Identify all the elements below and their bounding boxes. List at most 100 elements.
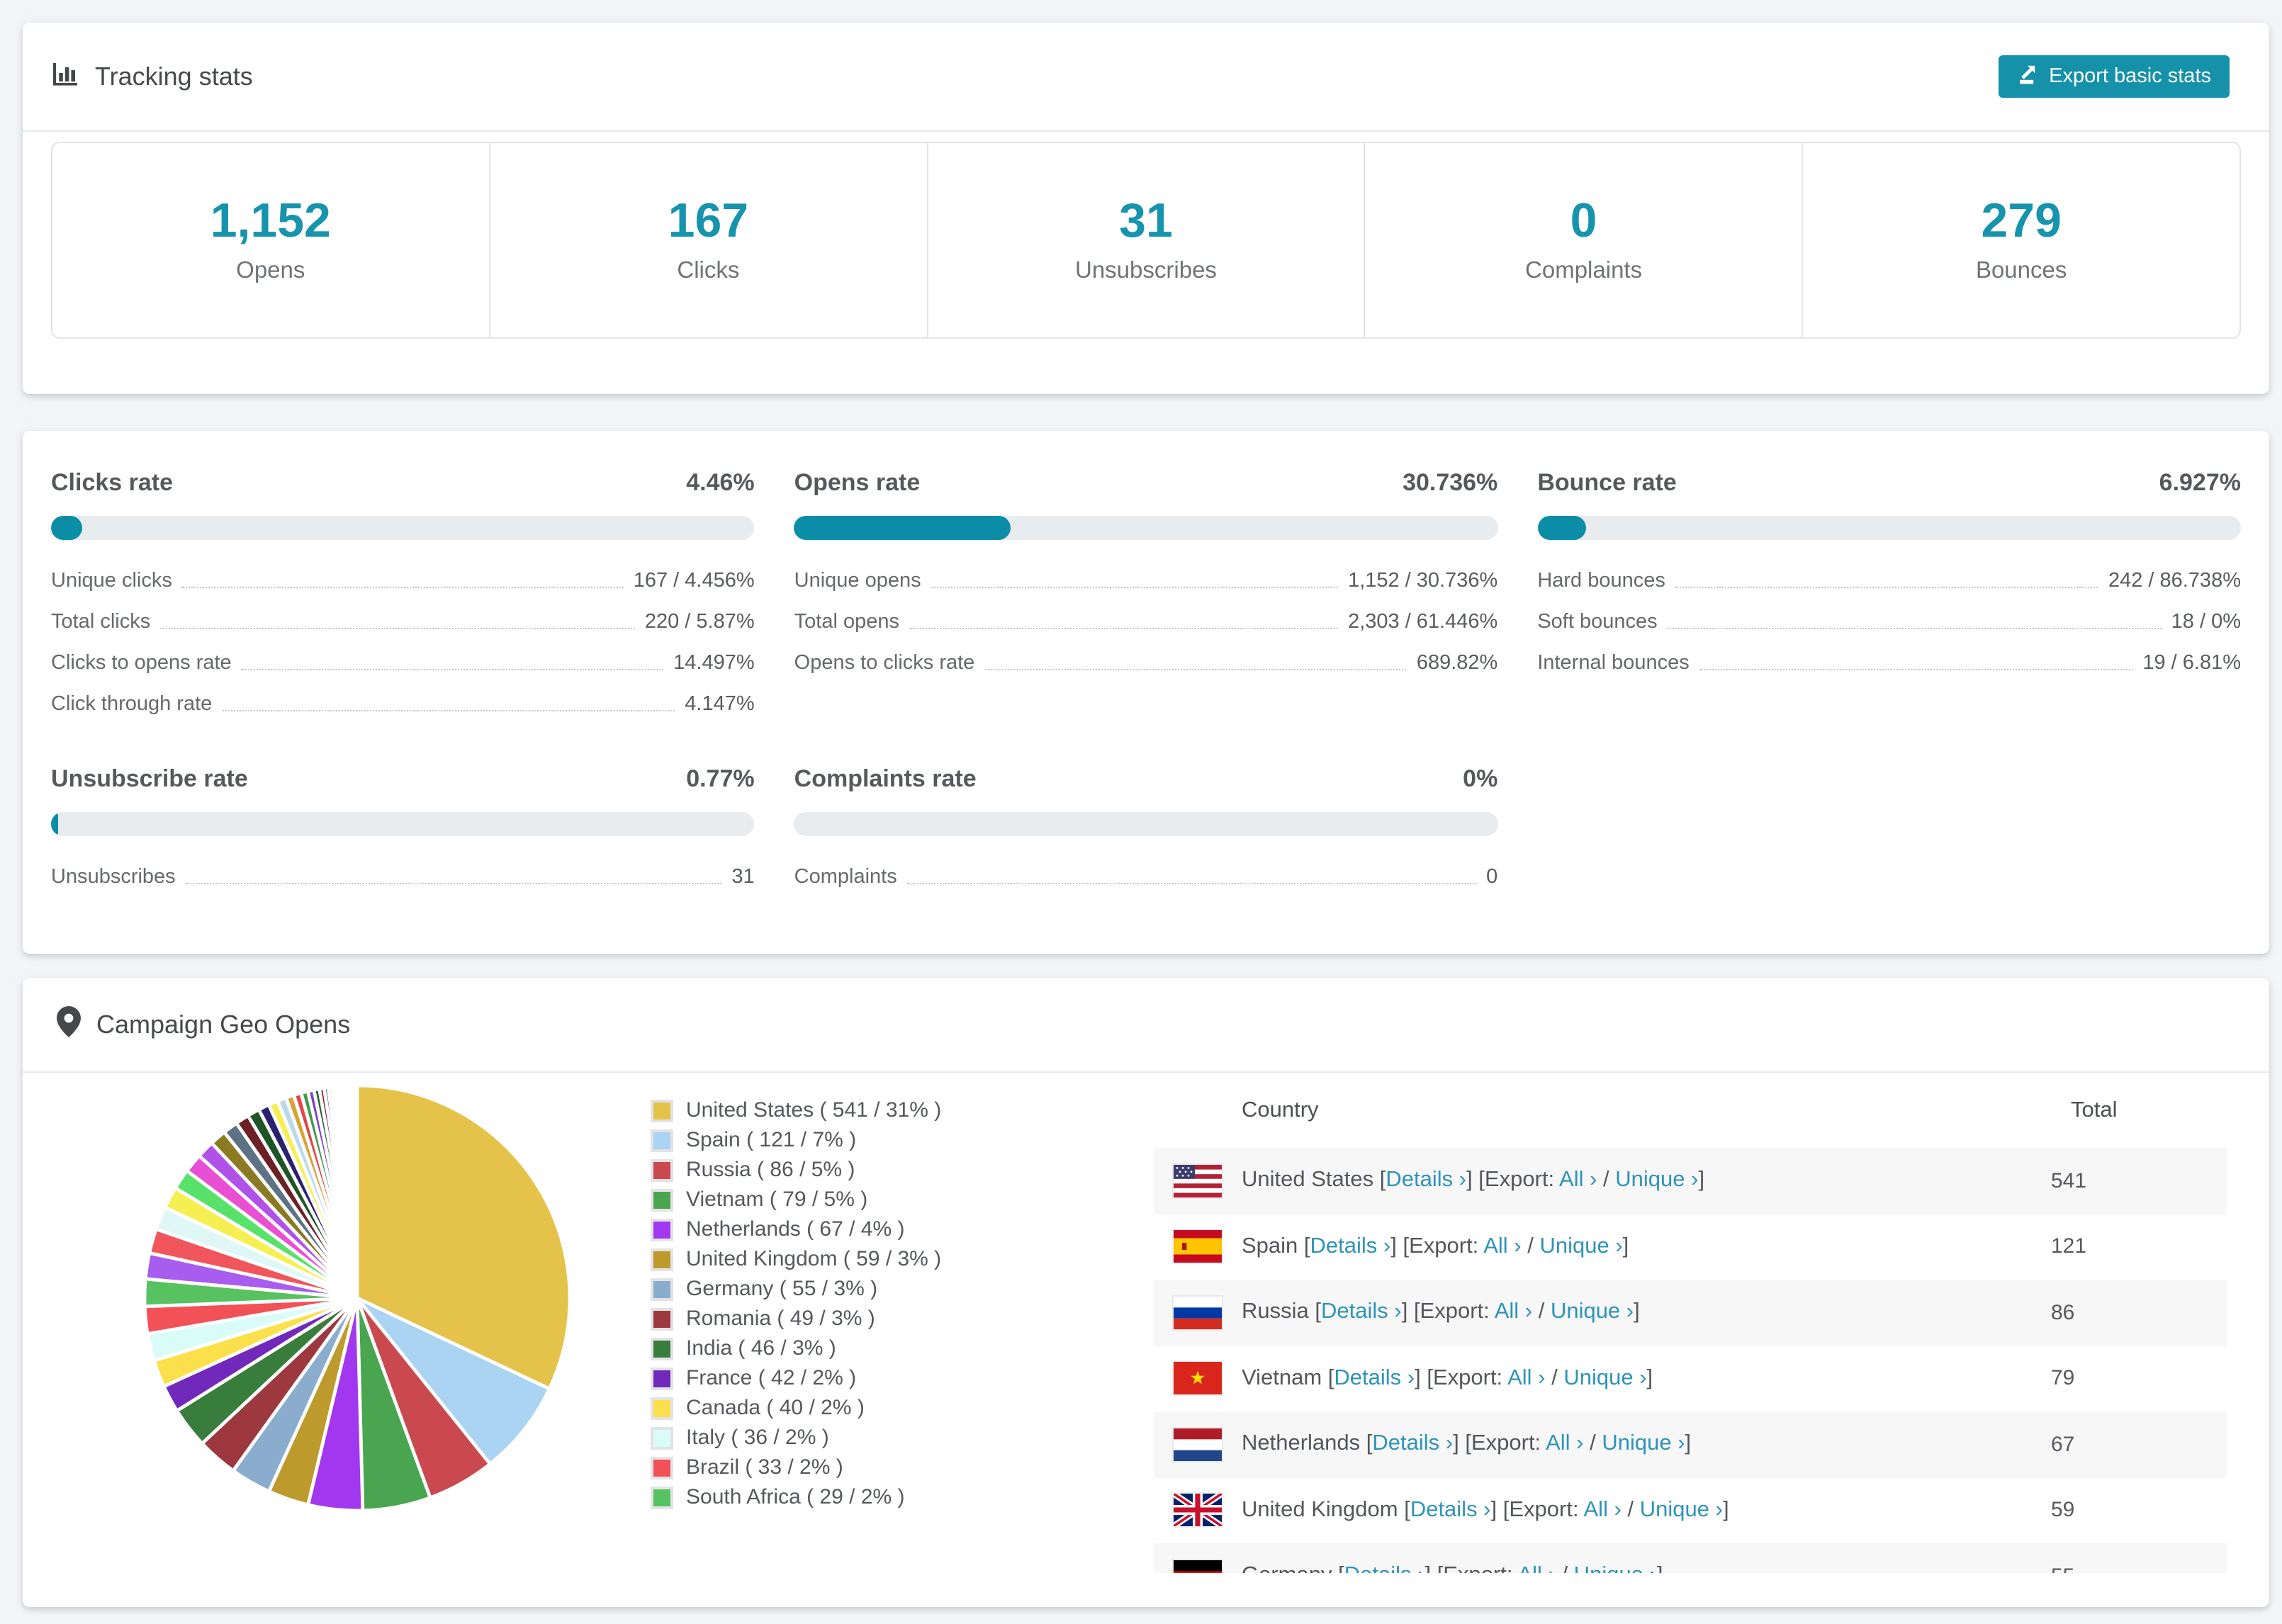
geo-section-title: Campaign Geo Opens — [96, 1010, 351, 1038]
export-unique-link[interactable]: Unique › — [1551, 1300, 1634, 1324]
spain-flag-icon — [1174, 1230, 1222, 1263]
details-link[interactable]: Details › — [1410, 1498, 1491, 1522]
opens-label: Opens — [236, 257, 305, 283]
rate-row: Opens to clicks rate 689.82% — [794, 651, 1498, 674]
export-all-link[interactable]: All › — [1507, 1366, 1545, 1390]
legend-label: Spain ( 121 / 7% ) — [686, 1128, 857, 1152]
complaints-rate-title: Complaints rate — [794, 765, 977, 792]
opens-rate-block: Opens rate 30.736% Unique opens 1,152 / 3… — [794, 468, 1498, 724]
export-unique-link[interactable]: Unique › — [1640, 1498, 1723, 1522]
export-all-link[interactable]: All › — [1559, 1168, 1597, 1192]
rates-grid: Clicks rate 4.46% Unique clicks 167 / 4.4… — [23, 431, 2269, 897]
stats-summary-row: 1,152 Opens 167 Clicks 31 Unsubscribes 0… — [51, 142, 2241, 339]
legend-label: Vietnam ( 79 / 5% ) — [686, 1188, 868, 1212]
legend-item[interactable]: United Kingdom ( 59 / 3% ) — [651, 1244, 941, 1274]
legend-label: India ( 46 / 3% ) — [686, 1336, 836, 1360]
legend-item[interactable]: Russia ( 86 / 5% ) — [651, 1155, 941, 1185]
table-row: Netherlands [Details ›] [Export: All › /… — [1154, 1411, 2227, 1477]
legend-item[interactable]: South Africa ( 29 / 2% ) — [651, 1482, 941, 1512]
complaints-label: Complaints — [1525, 257, 1643, 283]
country-total: 55 — [2051, 1543, 2074, 1574]
export-all-link[interactable]: All › — [1495, 1300, 1532, 1324]
export-unique-link[interactable]: Unique › — [1574, 1564, 1657, 1574]
legend-item[interactable]: Canada ( 40 / 2% ) — [651, 1393, 941, 1423]
export-all-link[interactable]: All › — [1546, 1432, 1583, 1456]
legend-label: Netherlands ( 67 / 4% ) — [686, 1217, 905, 1241]
legend-label: South Africa ( 29 / 2% ) — [686, 1485, 905, 1509]
geo-opens-card: Campaign Geo Opens United States ( 541 /… — [23, 978, 2269, 1607]
rates-card: Clicks rate 4.46% Unique clicks 167 / 4.4… — [23, 431, 2269, 954]
unsubscribe-rate-title: Unsubscribe rate — [51, 765, 248, 792]
uk-flag-icon — [1174, 1494, 1222, 1527]
export-all-link[interactable]: All › — [1517, 1564, 1555, 1574]
details-link[interactable]: Details › — [1321, 1300, 1402, 1324]
clicks-rate-block: Clicks rate 4.46% Unique clicks 167 / 4.4… — [51, 468, 755, 724]
rate-row: Total clicks 220 / 5.87% — [51, 610, 755, 633]
details-link[interactable]: Details › — [1386, 1168, 1466, 1192]
details-link[interactable]: Details › — [1310, 1234, 1391, 1258]
geo-pie-chart[interactable] — [142, 1083, 573, 1513]
clicks-count: 167 — [668, 193, 749, 247]
geo-opens-title: Campaign Geo Opens — [57, 1005, 350, 1044]
country-name: Netherlands — [1242, 1431, 1366, 1456]
opens-rate-progressbar — [794, 516, 1498, 540]
legend-label: Romania ( 49 / 3% ) — [686, 1307, 875, 1331]
details-link[interactable]: Details › — [1344, 1564, 1425, 1574]
details-link[interactable]: Details › — [1334, 1366, 1415, 1390]
export-all-link[interactable]: All › — [1584, 1498, 1621, 1522]
unsubscribes-count: 31 — [1119, 193, 1173, 247]
geo-table-rows: United States [Details ›] [Export: All ›… — [1154, 1148, 2227, 1573]
stat-complaints: 0 Complaints — [1364, 143, 1802, 337]
opens-count: 1,152 — [210, 193, 331, 247]
legend-swatch — [651, 1188, 673, 1211]
rate-row: Internal bounces 19 / 6.81% — [1537, 651, 2241, 674]
legend-item[interactable]: Romania ( 49 / 3% ) — [651, 1304, 941, 1333]
geo-table-header: Country Total — [1154, 1073, 2227, 1148]
rate-row: Clicks to opens rate 14.497% — [51, 651, 755, 674]
legend-item[interactable]: India ( 46 / 3% ) — [651, 1333, 941, 1363]
table-row: Vietnam [Details ›] [Export: All › / Uni… — [1154, 1346, 2227, 1411]
table-row: Germany [Details ›] [Export: All › / Uni… — [1154, 1543, 2227, 1573]
export-basic-stats-button[interactable]: Export basic stats — [1998, 55, 2230, 98]
row-links: [Details ›] [Export: All › / Unique ›] — [1315, 1299, 1640, 1324]
legend-label: United States ( 541 / 31% ) — [686, 1098, 942, 1122]
legend-item[interactable]: United States ( 541 / 31% ) — [651, 1095, 941, 1125]
legend-item[interactable]: Germany ( 55 / 3% ) — [651, 1274, 941, 1304]
legend-item[interactable]: Spain ( 121 / 7% ) — [651, 1125, 941, 1155]
export-all-link[interactable]: All › — [1483, 1234, 1521, 1258]
details-link[interactable]: Details › — [1372, 1432, 1453, 1456]
legend-item[interactable]: France ( 42 / 2% ) — [651, 1363, 941, 1393]
total-column-header: Total — [2071, 1098, 2118, 1122]
country-name: Russia — [1242, 1299, 1315, 1324]
rate-row: Complaints 0 — [794, 865, 1498, 888]
export-unique-link[interactable]: Unique › — [1539, 1234, 1622, 1258]
stat-bounces: 279 Bounces — [1802, 143, 2239, 337]
legend-label: Brazil ( 33 / 2% ) — [686, 1455, 843, 1479]
complaints-rate-block: Complaints rate 0% Complaints 0 — [794, 764, 1498, 897]
country-total: 79 — [2051, 1366, 2075, 1391]
legend-label: United Kingdom ( 59 / 3% ) — [686, 1247, 942, 1271]
row-links: [Details ›] [Export: All › / Unique ›] — [1303, 1234, 1629, 1258]
rate-row: Soft bounces 18 / 0% — [1537, 610, 2241, 633]
legend-item[interactable]: Italy ( 36 / 2% ) — [651, 1423, 941, 1453]
country-column-header: Country — [1242, 1098, 1319, 1122]
bounces-label: Bounces — [1975, 257, 2067, 283]
legend-item[interactable]: Brazil ( 33 / 2% ) — [651, 1453, 941, 1482]
country-name: United Kingdom — [1242, 1497, 1405, 1522]
legend-item[interactable]: Netherlands ( 67 / 4% ) — [651, 1214, 941, 1244]
legend-swatch — [651, 1397, 673, 1419]
export-unique-link[interactable]: Unique › — [1563, 1366, 1646, 1390]
email-tracking-dashboard: Tracking stats Export basic stats 1,152 … — [0, 0, 2282, 1624]
bounces-count: 279 — [1981, 193, 2062, 247]
export-unique-link[interactable]: Unique › — [1615, 1168, 1698, 1192]
geo-table: Country Total United States [Details ›] … — [1154, 1073, 2227, 1573]
bounce-rate-title: Bounce rate — [1537, 469, 1677, 496]
export-unique-link[interactable]: Unique › — [1602, 1432, 1685, 1456]
legend-swatch — [651, 1456, 673, 1479]
row-links: [Details ›] [Export: All › / Unique ›] — [1404, 1497, 1729, 1522]
tracking-stats-card: Tracking stats Export basic stats 1,152 … — [23, 23, 2269, 394]
country-name: Vietnam — [1242, 1365, 1328, 1390]
table-row: Russia [Details ›] [Export: All › / Uniq… — [1154, 1280, 2227, 1346]
legend-item[interactable]: Vietnam ( 79 / 5% ) — [651, 1185, 941, 1214]
legend-swatch — [651, 1129, 673, 1151]
